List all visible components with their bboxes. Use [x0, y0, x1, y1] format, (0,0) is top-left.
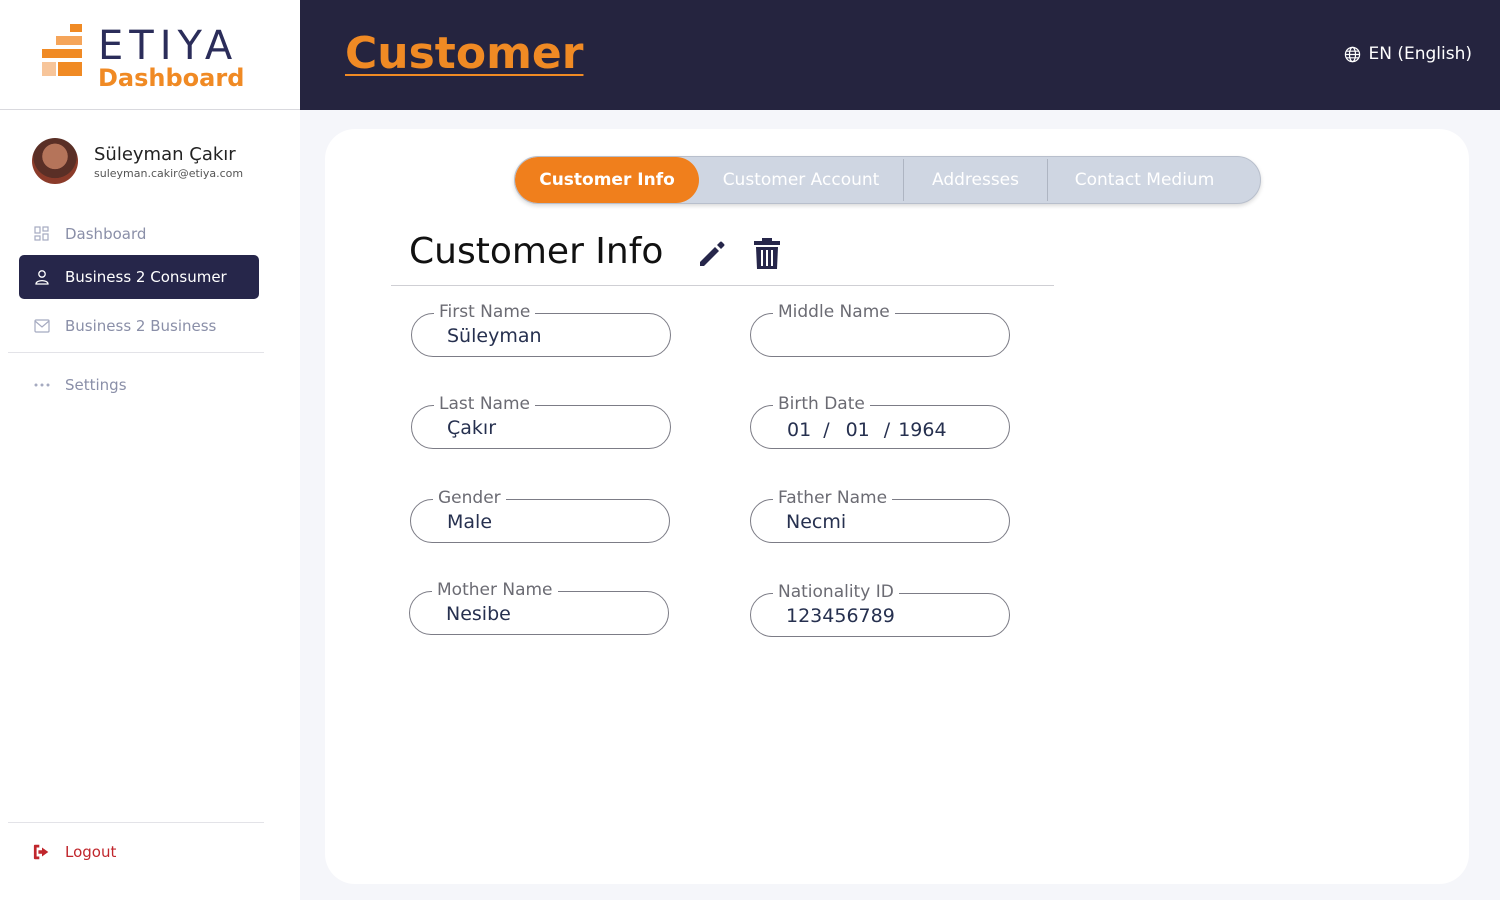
date-value: 01 / 01 / 1964 [787, 419, 947, 441]
tab-customer-account[interactable]: Customer Account [699, 157, 903, 203]
field-value: Süleyman [447, 325, 542, 347]
field-label: Last Name [434, 393, 535, 415]
field-label: Birth Date [773, 393, 870, 415]
user-profile: Süleyman Çakır suleyman.cakir@etiya.com [32, 138, 292, 186]
field-value: Male [447, 511, 493, 533]
birth-month[interactable]: 01 [846, 419, 870, 441]
field-label: Mother Name [432, 579, 558, 601]
sidebar-item-label: Settings [65, 376, 127, 394]
section-divider [391, 285, 1054, 286]
field-label: First Name [434, 301, 536, 323]
mother-name-field[interactable]: Mother Name Nesibe [409, 579, 669, 635]
sidebar-item-business-2-business[interactable]: Business 2 Business [19, 304, 259, 348]
user-icon [33, 268, 51, 286]
father-name-field[interactable]: Father Name Necmi [750, 487, 1010, 543]
field-value: Çakır [447, 417, 497, 439]
pencil-icon[interactable] [696, 238, 728, 270]
grid-icon [33, 225, 51, 243]
brand-subtitle: Dashboard [98, 64, 245, 92]
sidebar-divider [8, 822, 264, 823]
dots-icon [33, 376, 51, 394]
birth-day[interactable]: 01 [787, 419, 811, 441]
nationality-id-field[interactable]: Nationality ID 123456789 [750, 581, 1010, 637]
section-title: Customer Info [409, 231, 664, 272]
last-name-field[interactable]: Last Name Çakır [411, 393, 671, 449]
top-header: Customer EN (English) [300, 0, 1500, 110]
sidebar-divider [8, 352, 264, 353]
avatar [32, 138, 78, 184]
date-separator: / [823, 419, 830, 441]
user-email: suleyman.cakir@etiya.com [94, 167, 244, 180]
page-title: Customer [345, 28, 584, 79]
mail-icon [33, 317, 51, 335]
sidebar: ETIYA Dashboard Süleyman Çakır suleyman.… [0, 0, 300, 900]
logo[interactable]: ETIYA Dashboard [0, 0, 300, 110]
field-value: Nesibe [446, 603, 511, 625]
brand-name: ETIYA [98, 23, 239, 69]
first-name-field[interactable]: First Name Süleyman [411, 301, 671, 357]
logout-button[interactable]: Logout [19, 830, 259, 874]
sidebar-item-business-2-consumer[interactable]: Business 2 Consumer [19, 255, 259, 299]
globe-icon [1345, 46, 1361, 62]
etiya-logo-icon [42, 24, 84, 78]
sidebar-item-settings[interactable]: Settings [19, 363, 259, 407]
middle-name-field[interactable]: Middle Name [750, 301, 1010, 357]
field-value: 123456789 [786, 605, 895, 627]
field-label: Gender [433, 487, 506, 509]
field-value: Necmi [786, 511, 847, 533]
birth-year[interactable]: 1964 [898, 419, 946, 441]
gender-field[interactable]: Gender Male [410, 487, 670, 543]
field-label: Middle Name [773, 301, 895, 323]
user-name: Süleyman Çakır [94, 144, 236, 165]
tab-bar: Customer Info Customer Account Addresses… [514, 156, 1261, 204]
tab-contact-medium[interactable]: Contact Medium [1048, 157, 1241, 203]
tab-customer-info[interactable]: Customer Info [515, 157, 699, 203]
birth-date-field[interactable]: Birth Date 01 / 01 / 1964 [750, 393, 1010, 449]
logout-label: Logout [65, 843, 117, 861]
tab-addresses[interactable]: Addresses [904, 157, 1047, 203]
sidebar-item-dashboard[interactable]: Dashboard [19, 212, 259, 256]
date-separator: / [883, 419, 891, 441]
sidebar-item-label: Business 2 Business [65, 317, 217, 335]
language-selector[interactable]: EN (English) [1344, 44, 1472, 64]
field-label: Father Name [773, 487, 893, 509]
language-label: EN (English) [1368, 44, 1472, 64]
field-label: Nationality ID [773, 581, 899, 603]
trash-icon[interactable] [753, 238, 781, 270]
logout-icon [33, 843, 51, 861]
sidebar-item-label: Dashboard [65, 225, 147, 243]
sidebar-item-label: Business 2 Consumer [65, 268, 227, 286]
customer-card: Customer Info Customer Account Addresses… [325, 129, 1469, 884]
